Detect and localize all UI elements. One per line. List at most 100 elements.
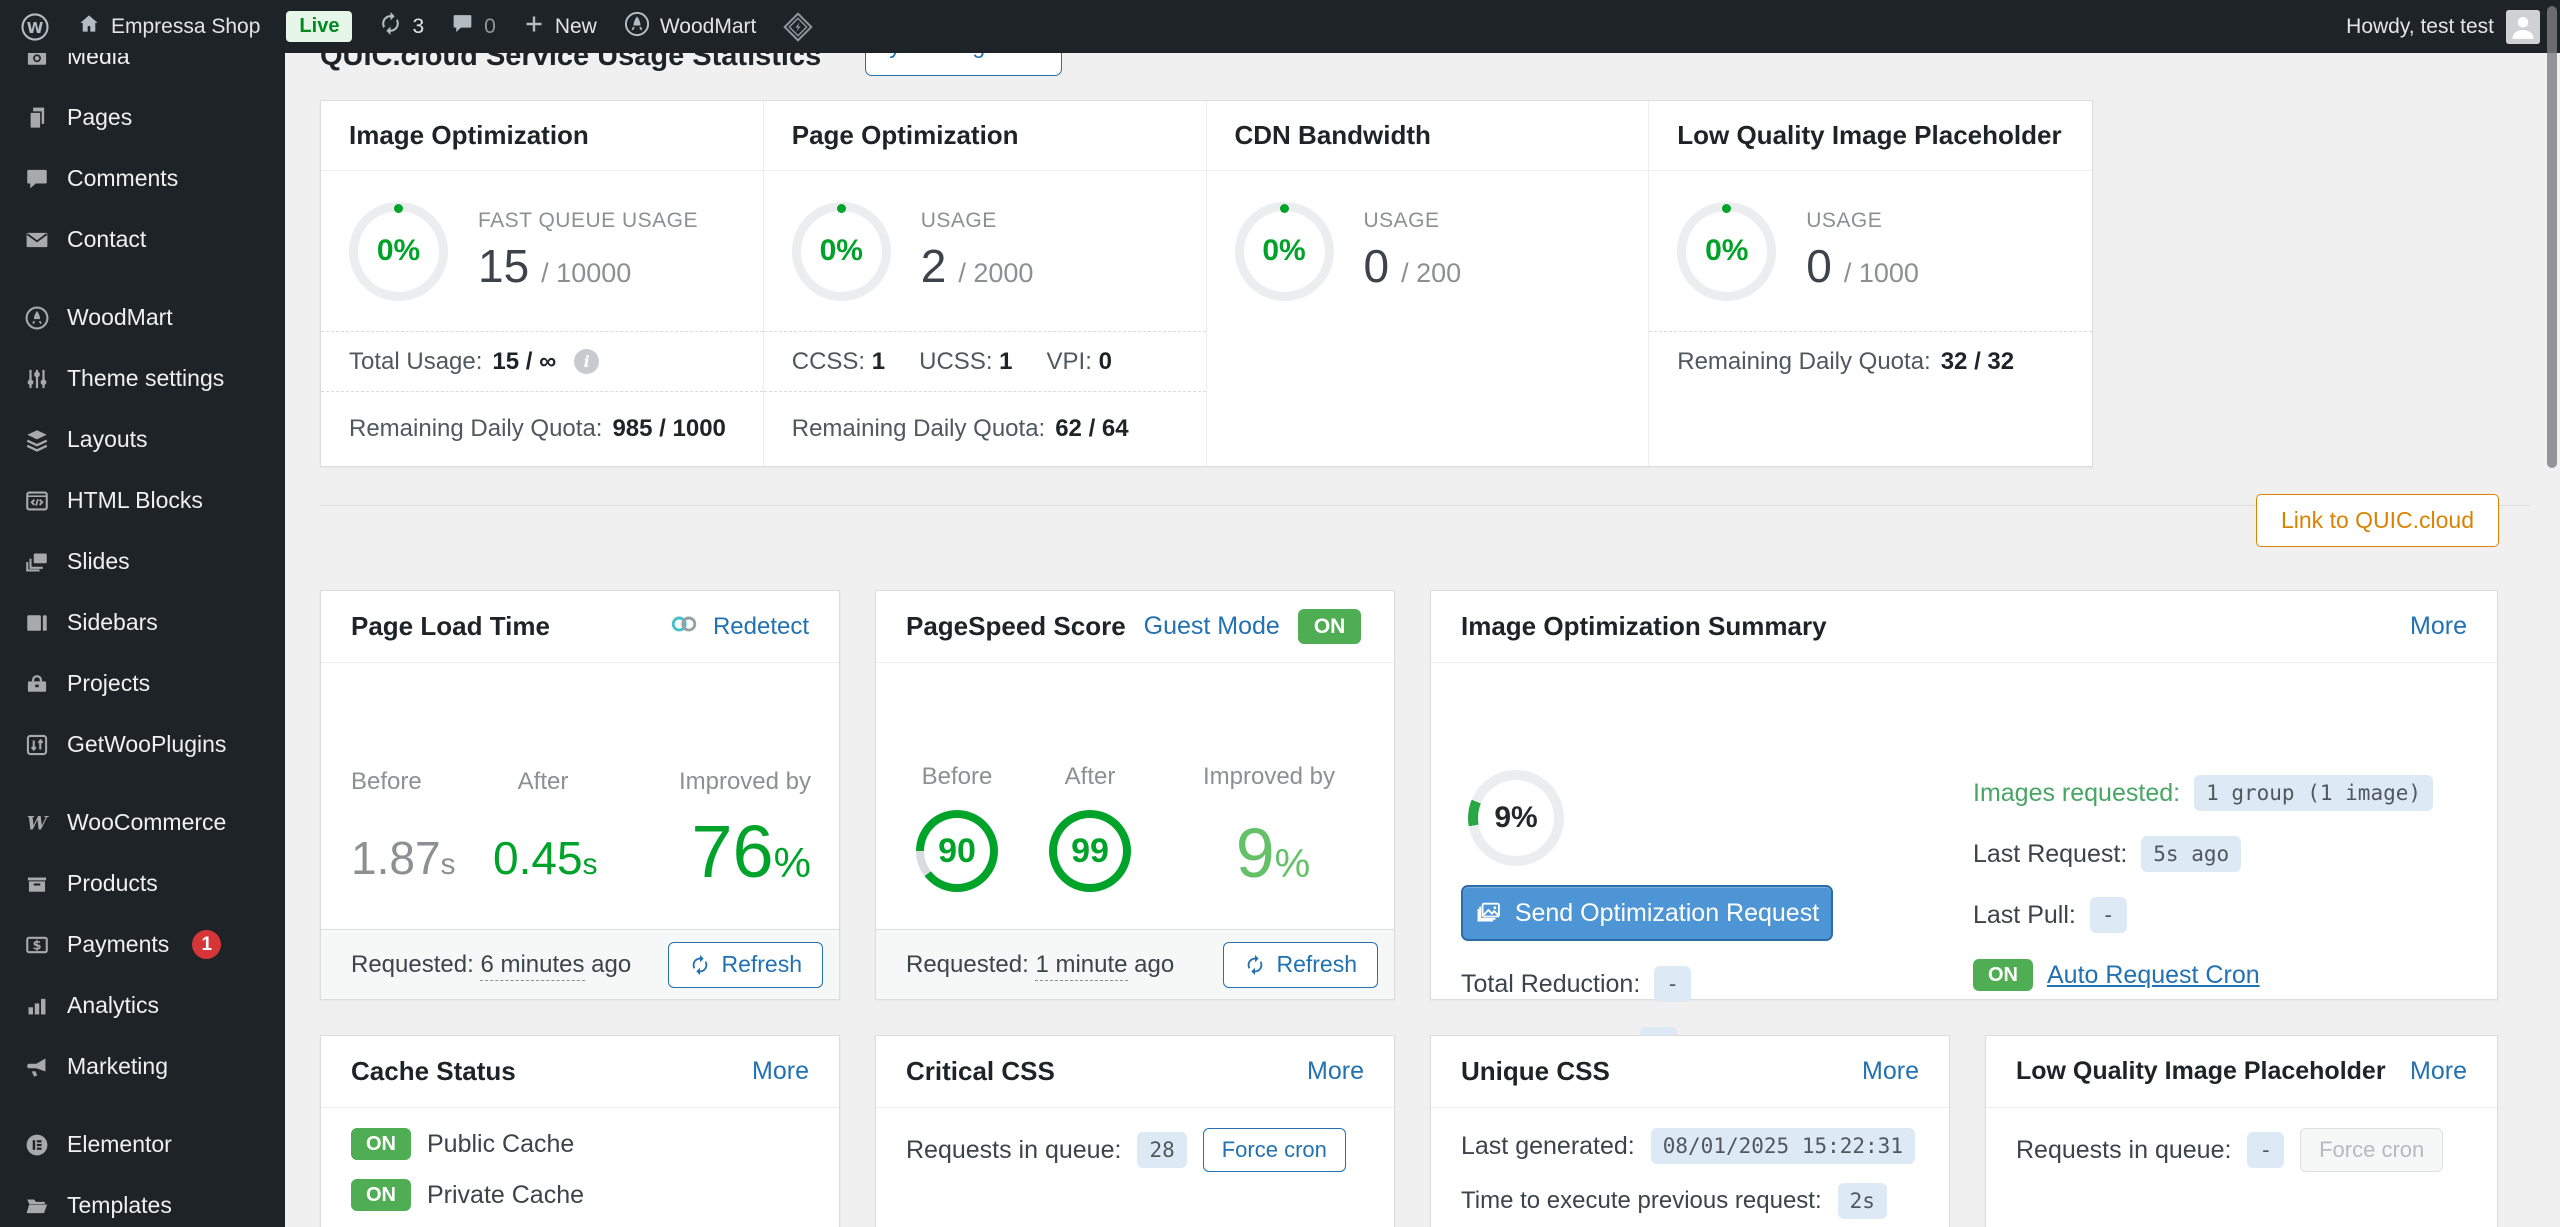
usage-label: FAST QUEUE USAGE [478, 209, 698, 233]
requests-in-queue-row: Requests in queue: - Force cron [2016, 1128, 2467, 1172]
sidebar-item-theme-settings[interactable]: Theme settings [0, 348, 285, 409]
more-link[interactable]: More [2410, 1057, 2467, 1086]
force-cron-button[interactable]: Force cron [1203, 1128, 1346, 1172]
new-menu[interactable]: New [522, 12, 597, 42]
updates-menu[interactable]: 3 [378, 11, 424, 42]
megaphone-icon [24, 1054, 50, 1080]
stat-col-title: Low Quality Image Placeholder [1649, 101, 2092, 171]
howdy-text[interactable]: Howdy, test test [2346, 15, 2494, 39]
comments-icon [24, 166, 50, 192]
sidebar-item-marketing[interactable]: Marketing [0, 1036, 285, 1097]
sidebar-item-analytics[interactable]: Analytics [0, 975, 285, 1036]
sidebar-item-templates[interactable]: Templates [0, 1175, 285, 1227]
requested-time[interactable]: 1 minute [1035, 951, 1127, 981]
more-link[interactable]: More [1307, 1057, 1364, 1086]
stat-col-title: Page Optimization [764, 101, 1206, 171]
folder-icon [24, 1193, 50, 1219]
after-value: 0.45s [493, 831, 598, 885]
info-icon[interactable]: i [574, 349, 599, 374]
sidebar-item-sidebars[interactable]: Sidebars [0, 592, 285, 653]
sidebar-item-getwooplugins[interactable]: GetWooPlugins [0, 714, 285, 775]
payments-count-badge: 1 [192, 930, 221, 959]
cron-on-badge: ON [1973, 959, 2033, 991]
litespeed-diamond-icon[interactable] [782, 11, 814, 43]
usage-value: 0 [1364, 239, 1390, 293]
guest-mode-link[interactable]: Guest Mode [1144, 612, 1280, 641]
update-icon [378, 11, 403, 42]
last-request-value: 5s ago [2141, 836, 2241, 872]
sidebar-item-html-blocks[interactable]: HTML Blocks [0, 470, 285, 531]
more-link[interactable]: More [2410, 612, 2467, 641]
improved-value: 76% [691, 815, 811, 889]
more-link[interactable]: More [752, 1057, 809, 1086]
comments-menu[interactable]: 0 [450, 11, 496, 42]
slides-icon [24, 549, 50, 575]
sidebar-item-elementor[interactable]: Elementor [0, 1114, 285, 1175]
usage-value: 2 [921, 239, 947, 293]
requested-text: Requested: 1 minute ago [906, 951, 1174, 979]
send-optimization-request-button[interactable]: Send Optimization Request [1461, 885, 1833, 941]
avatar[interactable] [2506, 10, 2540, 44]
sidebar-item-woodmart[interactable]: WoodMart [0, 287, 285, 348]
sidebar-item-payments[interactable]: $ Payments 1 [0, 914, 285, 975]
usage-label: USAGE [1806, 209, 1919, 233]
svg-text:W: W [27, 18, 44, 36]
usage-label: USAGE [921, 209, 1034, 233]
exec-time-value: 2s [1838, 1183, 1887, 1219]
last-request-row: Last Request: 5s ago [1973, 836, 2241, 872]
css-counts-row: CCSS: 1 UCSS: 1 VPI: 0 [764, 331, 1206, 391]
redetect-link[interactable]: Redetect [713, 613, 809, 641]
force-cron-button-disabled: Force cron [2300, 1128, 2443, 1172]
wp-logo-icon[interactable]: W [20, 12, 50, 42]
stat-col-title: CDN Bandwidth [1207, 101, 1649, 171]
sidebar-item-pages[interactable]: Pages [0, 87, 285, 148]
card-footer: Requested: 6 minutes ago Refresh [321, 929, 839, 999]
site-menu[interactable]: Empressa Shop [76, 11, 260, 43]
usage-limit: / 1000 [1844, 258, 1919, 289]
requested-time[interactable]: 6 minutes [480, 951, 584, 981]
page-load-time-card: Page Load Time Redetect Before After Imp… [320, 590, 840, 1000]
sidebar-item-products[interactable]: Products [0, 853, 285, 914]
sidebar-item-contact[interactable]: Contact [0, 209, 285, 270]
after-score-ring: 99 [1049, 810, 1131, 892]
more-link[interactable]: More [1862, 1057, 1919, 1086]
total-usage-row: Total Usage:15 / ∞ i [321, 331, 763, 391]
usage-value: 15 [478, 239, 529, 293]
svg-text:W: W [27, 813, 49, 834]
progress-ring: 0% [1235, 202, 1334, 301]
after-label: After [491, 768, 595, 796]
code-block-icon [24, 488, 50, 514]
refresh-button[interactable]: Refresh [668, 942, 823, 988]
after-label: After [1049, 763, 1131, 791]
critical-css-card: Critical CSS More Requests in queue: 28 … [875, 1035, 1395, 1227]
ring-dot [1280, 204, 1289, 213]
refresh-button[interactable]: Refresh [1223, 942, 1378, 988]
requests-in-queue-row: Requests in queue: 28 Force cron [906, 1128, 1364, 1172]
redetect-link-icon [667, 612, 701, 641]
images-icon [1475, 899, 1503, 927]
reduction-donut: 9% [1468, 770, 1564, 866]
sidebar-item-layouts[interactable]: Layouts [0, 409, 285, 470]
progress-ring: 0% [792, 202, 891, 301]
new-label: New [555, 15, 597, 39]
sidebar-item-woocommerce[interactable]: W WooCommerce [0, 792, 285, 853]
usage-value: 0 [1806, 239, 1832, 293]
lqip-card: Low Quality Image Placeholder More Reque… [1985, 1035, 2498, 1227]
link-to-quiccloud-button[interactable]: Link to QUIC.cloud [2256, 494, 2499, 547]
woodmart-menu[interactable]: WoodMart [623, 10, 756, 44]
on-badge: ON [351, 1179, 411, 1211]
usage-stats-card: Image Optimization 0% FAST QUEUE USAGE 1… [320, 100, 2093, 467]
progress-ring: 0% [1677, 202, 1776, 301]
usage-limit: / 10000 [541, 258, 631, 289]
sidebar-item-projects[interactable]: Projects [0, 653, 285, 714]
card-title: Cache Status [351, 1056, 516, 1087]
sliders-icon [24, 366, 50, 392]
products-icon [24, 871, 50, 897]
scrollbar-thumb[interactable] [2547, 6, 2557, 468]
queue-value: 28 [1137, 1132, 1186, 1168]
sidebar-item-comments[interactable]: Comments [0, 148, 285, 209]
auto-request-cron-link[interactable]: Auto Request Cron [2047, 961, 2260, 990]
sidebar-item-slides[interactable]: Slides [0, 531, 285, 592]
refresh-icon [1244, 954, 1266, 976]
images-requested-value: 1 group (1 image) [2194, 775, 2433, 811]
